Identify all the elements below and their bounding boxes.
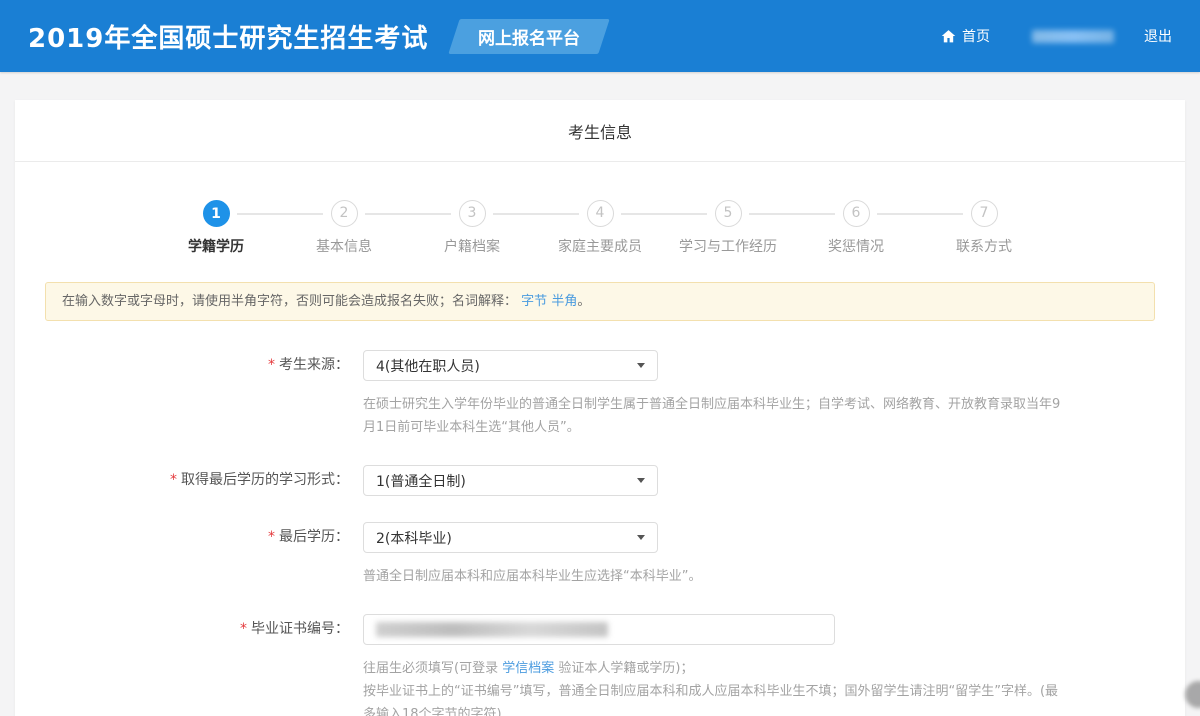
step-6-label: 奖惩情况 bbox=[792, 236, 920, 256]
step-6-circle: 6 bbox=[843, 200, 870, 227]
platform-badge: 网上报名平台 bbox=[449, 19, 610, 54]
candidate-source-value: 4(其他在职人员) bbox=[376, 356, 480, 376]
field-last-degree: *最后学历： 2(本科毕业) 普通全日制应届本科和应届本科毕业生应选择“本科毕业… bbox=[15, 522, 1185, 588]
study-form-value: 1(普通全日制) bbox=[376, 471, 466, 491]
card-title-bar: 考生信息 bbox=[15, 100, 1185, 162]
logout-link[interactable]: 退出 bbox=[1144, 26, 1172, 46]
required-asterisk: * bbox=[268, 357, 275, 373]
notice-suffix: 。 bbox=[577, 294, 590, 309]
step-4-label: 家庭主要成员 bbox=[536, 236, 664, 256]
diploma-number-input[interactable] bbox=[363, 614, 835, 645]
chevron-down-icon bbox=[637, 478, 645, 483]
step-3-label: 户籍档案 bbox=[408, 236, 536, 256]
field-diploma-number: *毕业证书编号： 往届生必须填写(可登录 学信档案 验证本人学籍或学历)； 按毕… bbox=[15, 614, 1185, 716]
step-2-label: 基本信息 bbox=[280, 236, 408, 256]
app-title: 2019年全国硕士研究生招生考试 bbox=[28, 18, 428, 55]
platform-badge-label: 网上报名平台 bbox=[478, 24, 580, 49]
step-2-circle: 2 bbox=[331, 200, 358, 227]
step-7-label: 联系方式 bbox=[920, 236, 1048, 256]
home-link-label: 首页 bbox=[962, 26, 990, 46]
step-7-contact[interactable]: 7 联系方式 bbox=[920, 200, 1048, 256]
notice-text: 在输入数字或字母时，请使用半角字符，否则可能会造成报名失败；名词解释： bbox=[62, 294, 517, 309]
home-icon bbox=[941, 29, 956, 44]
diploma-help-line2: 按毕业证书上的“证书编号”填写，普通全日制应届本科和成人应届本科毕业生不填；国外… bbox=[363, 680, 1068, 716]
step-3-huji-dangan[interactable]: 3 户籍档案 bbox=[408, 200, 536, 256]
step-4-circle: 4 bbox=[587, 200, 614, 227]
step-3-circle: 3 bbox=[459, 200, 486, 227]
required-asterisk: * bbox=[240, 621, 247, 637]
page-title: 考生信息 bbox=[568, 119, 632, 143]
step-1-circle: 1 bbox=[203, 200, 230, 227]
field-study-form: *取得最后学历的学习形式： 1(普通全日制) bbox=[15, 465, 1185, 496]
byte-term-link[interactable]: 字节 bbox=[521, 294, 547, 309]
step-7-circle: 7 bbox=[971, 200, 998, 227]
last-degree-select[interactable]: 2(本科毕业) bbox=[363, 522, 658, 553]
header-nav: 首页 退出 bbox=[941, 26, 1172, 46]
diploma-help-line1: 往届生必须填写(可登录 学信档案 验证本人学籍或学历)； bbox=[363, 657, 1068, 680]
step-4-family-members[interactable]: 4 家庭主要成员 bbox=[536, 200, 664, 256]
study-form-label: *取得最后学历的学习形式： bbox=[15, 465, 363, 496]
chevron-down-icon bbox=[637, 535, 645, 540]
step-5-circle: 5 bbox=[715, 200, 742, 227]
halfwidth-term-link[interactable]: 半角 bbox=[551, 294, 577, 309]
last-degree-value: 2(本科毕业) bbox=[376, 528, 452, 548]
diploma-number-help: 往届生必须填写(可登录 学信档案 验证本人学籍或学历)； 按毕业证书上的“证书编… bbox=[363, 657, 1068, 716]
step-2-basic-info[interactable]: 2 基本信息 bbox=[280, 200, 408, 256]
candidate-source-select[interactable]: 4(其他在职人员) bbox=[363, 350, 658, 381]
required-asterisk: * bbox=[170, 472, 177, 488]
logout-link-label: 退出 bbox=[1144, 26, 1172, 46]
diploma-number-label: *毕业证书编号： bbox=[15, 614, 363, 645]
study-form-select[interactable]: 1(普通全日制) bbox=[363, 465, 658, 496]
redacted-diploma-number bbox=[376, 622, 608, 637]
step-5-study-work[interactable]: 5 学习与工作经历 bbox=[664, 200, 792, 256]
step-1-xueji-xueli[interactable]: 1 学籍学历 bbox=[152, 200, 280, 256]
halfwidth-notice-banner: 在输入数字或字母时，请使用半角字符，否则可能会造成报名失败；名词解释： 字节 半… bbox=[45, 282, 1155, 321]
candidate-source-help: 在硕士研究生入学年份毕业的普通全日制学生属于普通全日制应届本科毕业生；自学考试、… bbox=[363, 393, 1068, 439]
stepper: 1 学籍学历 2 基本信息 3 户籍档案 4 家庭主要成员 5 学习与工作经历 … bbox=[15, 162, 1185, 256]
app-header: 2019年全国硕士研究生招生考试 网上报名平台 首页 退出 bbox=[0, 0, 1200, 72]
main-card: 考生信息 1 学籍学历 2 基本信息 3 户籍档案 4 家庭主要成员 5 学习与… bbox=[15, 100, 1185, 716]
step-6-rewards-punishments[interactable]: 6 奖惩情况 bbox=[792, 200, 920, 256]
floating-widget[interactable] bbox=[1185, 681, 1200, 708]
step-1-label: 学籍学历 bbox=[152, 236, 280, 256]
field-candidate-source: *考生来源： 4(其他在职人员) 在硕士研究生入学年份毕业的普通全日制学生属于普… bbox=[15, 350, 1185, 439]
last-degree-label: *最后学历： bbox=[15, 522, 363, 553]
chevron-down-icon bbox=[637, 363, 645, 368]
step-5-label: 学习与工作经历 bbox=[664, 236, 792, 256]
last-degree-help: 普通全日制应届本科和应届本科毕业生应选择“本科毕业”。 bbox=[363, 565, 1068, 588]
xuexin-archive-link[interactable]: 学信档案 bbox=[502, 661, 554, 676]
redacted-username bbox=[1032, 30, 1114, 43]
candidate-info-form: *考生来源： 4(其他在职人员) 在硕士研究生入学年份毕业的普通全日制学生属于普… bbox=[15, 321, 1185, 716]
home-link[interactable]: 首页 bbox=[941, 26, 990, 46]
candidate-source-label: *考生来源： bbox=[15, 350, 363, 381]
required-asterisk: * bbox=[268, 529, 275, 545]
